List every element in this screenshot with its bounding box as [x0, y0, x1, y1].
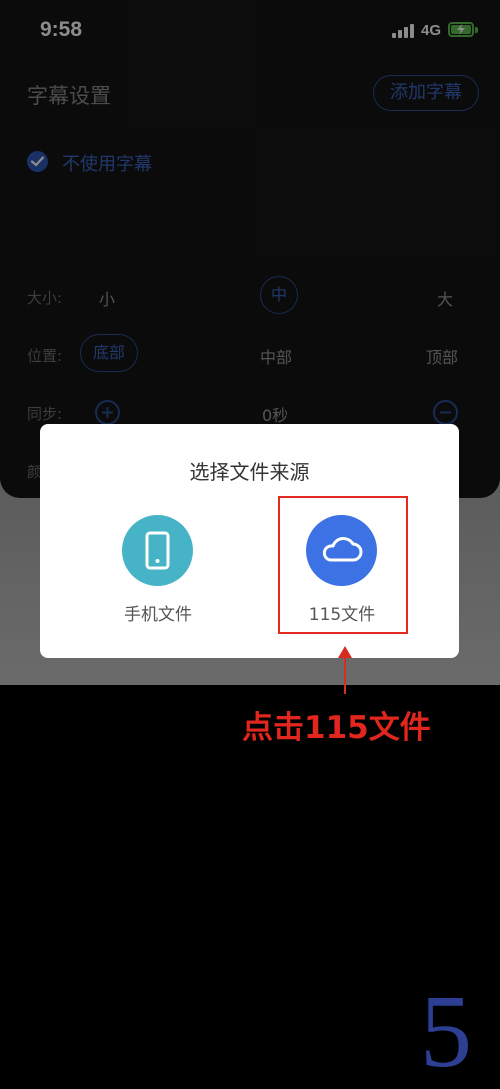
- step-number: 5: [420, 974, 472, 1089]
- arrow-line: [344, 656, 346, 694]
- dialog-title: 选择文件来源: [189, 460, 310, 484]
- phone-icon: [145, 531, 170, 570]
- phone-file-button[interactable]: [122, 515, 193, 586]
- instruction-text: 点击115文件: [242, 710, 431, 746]
- highlight-box: [278, 496, 408, 634]
- phone-file-label[interactable]: 手机文件: [98, 600, 218, 625]
